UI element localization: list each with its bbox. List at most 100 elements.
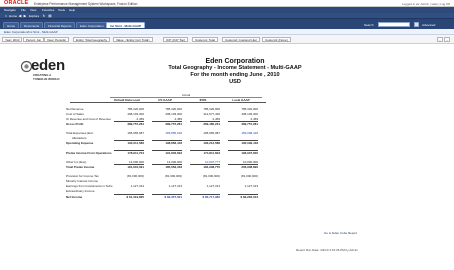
table-cell[interactable]: 190,099,418 — [222, 141, 258, 145]
table-cell[interactable]: 206,908,890 — [222, 165, 258, 169]
row-label: Allocations — [72, 136, 87, 140]
tab-inc-stmt-multi-gaap[interactable]: Inc Stmt - Multi-GAAP — [106, 22, 146, 28]
table-cell[interactable]: $ 82,357,001 — [146, 195, 182, 199]
app-title: Enterprise Performance Management System… — [34, 1, 138, 6]
pov-year[interactable]: Year: 2010 — [2, 36, 23, 42]
menu-help[interactable]: Help — [69, 8, 75, 12]
subtotal-rule — [152, 140, 182, 141]
table-cell[interactable]: 174,811,603 — [184, 151, 220, 155]
refresh-icon[interactable]: ↻ — [42, 14, 46, 18]
table-cell[interactable]: 159,098,418 — [222, 131, 258, 135]
forward-icon[interactable]: ▶ — [23, 14, 27, 18]
pov-custom2[interactable]: Custom2: Custom2 Hier — [222, 36, 261, 42]
table-cell[interactable]: 389,757,281 — [146, 122, 182, 126]
home-label[interactable]: Home — [9, 14, 17, 18]
row-label: Provision for Income Tax — [66, 174, 99, 178]
table-cell[interactable]: 1,127,313 — [146, 184, 182, 188]
table-cell[interactable]: 389,757,281 — [222, 122, 258, 126]
subtotal-rule — [152, 150, 182, 151]
table-cell[interactable]: 369,480,231 — [184, 122, 220, 126]
table-cell[interactable]: 183,855,618 — [146, 131, 182, 135]
table-cell[interactable]: 1,127,313 — [222, 184, 258, 188]
back-icon[interactable]: ◀ — [18, 14, 22, 18]
table-cell[interactable]: 785,320,000 — [222, 107, 258, 111]
subtotal-rule — [114, 140, 144, 141]
table-cell[interactable]: 185,063,318 — [146, 165, 182, 169]
table-cell[interactable]: 191,802,693 — [146, 151, 182, 155]
table-cell[interactable]: (81,000,000) — [108, 174, 144, 178]
table-cell[interactable]: (81,000,000) — [184, 174, 220, 178]
header-links[interactable]: Logged in as: Admin | Help | Log Off — [402, 2, 450, 6]
pov-custom3[interactable]: Custom3: [None] — [262, 36, 291, 42]
explore-label[interactable]: Explore — [29, 14, 39, 18]
tab-eden-corporation[interactable]: Eden Corporation — [76, 22, 108, 28]
breadcrumb-text: Eden Corporation/Inc Stmt - Multi-GAAP — [4, 30, 58, 35]
cube-report-link[interactable]: Go to Eden Cube Report — [324, 231, 357, 235]
search-label: Search — [364, 22, 374, 27]
header-rule — [70, 102, 266, 103]
search-input[interactable] — [378, 22, 410, 27]
table-cell[interactable]: $ 61,319,825 — [108, 195, 144, 199]
pov-value[interactable]: Value: <Entity Curr Total> — [113, 36, 153, 42]
row-label: Operating Expense — [66, 141, 94, 145]
table-cell[interactable]: 195,965,087 — [108, 131, 144, 135]
pov-icp[interactable]: ICP: [ICP Top] — [163, 36, 188, 42]
table-cell[interactable]: 1,127,313 — [184, 184, 220, 188]
report-footer: Report Run Date: 4/3/10 4:15:36 PM by Ad… — [296, 248, 358, 252]
home-icon[interactable]: ⌂ — [4, 14, 8, 18]
tab-home[interactable]: Home — [3, 22, 20, 28]
subtotal-rule — [114, 164, 144, 165]
menu-file[interactable]: File — [21, 8, 26, 12]
eden-logo-word: eden — [31, 57, 65, 74]
pov-entity[interactable]: Entity: Total Geography — [73, 36, 111, 42]
row-label: Extraordinary Income — [66, 189, 95, 193]
pov-period[interactable]: Period: Jun — [23, 36, 45, 42]
row-label: Net Revenue — [66, 107, 84, 111]
pov-prev-icon[interactable]: ‹ — [437, 36, 443, 42]
menu-view[interactable]: View — [30, 8, 36, 12]
table-cell[interactable]: 195,965,087 — [184, 131, 220, 135]
tab-documents[interactable]: Documents — [20, 22, 44, 28]
table-cell[interactable]: 193,311,580 — [108, 141, 144, 145]
report-period: For the month ending June , 2010 — [190, 72, 280, 78]
table-cell[interactable]: 408,193,300 — [108, 112, 144, 116]
table-cell[interactable]: 191,901,091 — [108, 165, 144, 169]
app-header: ORACLE Enterprise Performance Management… — [0, 0, 454, 7]
pov-next-icon[interactable]: › — [444, 36, 450, 42]
subtotal-rule — [190, 150, 220, 151]
table-cell[interactable]: 408,193,300 — [222, 112, 258, 116]
table-cell[interactable]: 785,320,000 — [108, 107, 144, 111]
subtotal-rule — [190, 164, 220, 165]
print-icon[interactable]: ▤ — [48, 14, 52, 18]
table-cell[interactable]: 193,212,588 — [184, 141, 220, 145]
row-label: Other Inc (Exp) — [66, 160, 87, 164]
table-cell[interactable]: $ 83,236,313 — [222, 195, 258, 199]
table-cell[interactable]: (81,000,000) — [222, 174, 258, 178]
advanced-search-link[interactable]: Advanced — [422, 23, 435, 27]
table-cell[interactable]: 785,320,000 — [146, 107, 182, 111]
menu-favorites[interactable]: Favorites — [42, 8, 54, 12]
subtotal-rule — [190, 140, 220, 141]
table-cell[interactable]: 184,908,770 — [184, 165, 220, 169]
table-cell[interactable]: 196,907,600 — [222, 151, 258, 155]
menu-navigate[interactable]: Navigate — [4, 8, 16, 12]
table-cell[interactable]: 785,320,000 — [184, 107, 220, 111]
menu-tools[interactable]: Tools — [58, 8, 65, 12]
pov-custom1[interactable]: Custom1: Total — [192, 36, 218, 42]
tab-financial-reports[interactable]: Financial Reports — [44, 22, 76, 28]
table-cell[interactable]: 1,127,313 — [108, 184, 144, 188]
table-cell[interactable]: 198,866,418 — [146, 141, 182, 145]
table-cell[interactable]: $ 80,717,980 — [184, 195, 220, 199]
search-go-button[interactable] — [414, 22, 419, 27]
table-cell[interactable]: 389,757,281 — [108, 122, 144, 126]
pov-view[interactable]: View: Periodic — [44, 36, 69, 42]
table-cell[interactable]: 412,677,430 — [184, 112, 220, 116]
eden-logo-tagline: CREATING A TUNED-IN WORLD — [33, 73, 60, 81]
row-label: Net Income — [66, 195, 83, 199]
row-label: Pretax Income From Operations — [66, 151, 112, 155]
table-cell[interactable]: 408,193,300 — [146, 112, 182, 116]
subtotal-rule — [228, 164, 258, 165]
table-cell[interactable]: 178,911,704 — [108, 151, 144, 155]
subtotal-rule — [190, 121, 220, 122]
table-cell[interactable]: (81,000,000) — [146, 174, 182, 178]
